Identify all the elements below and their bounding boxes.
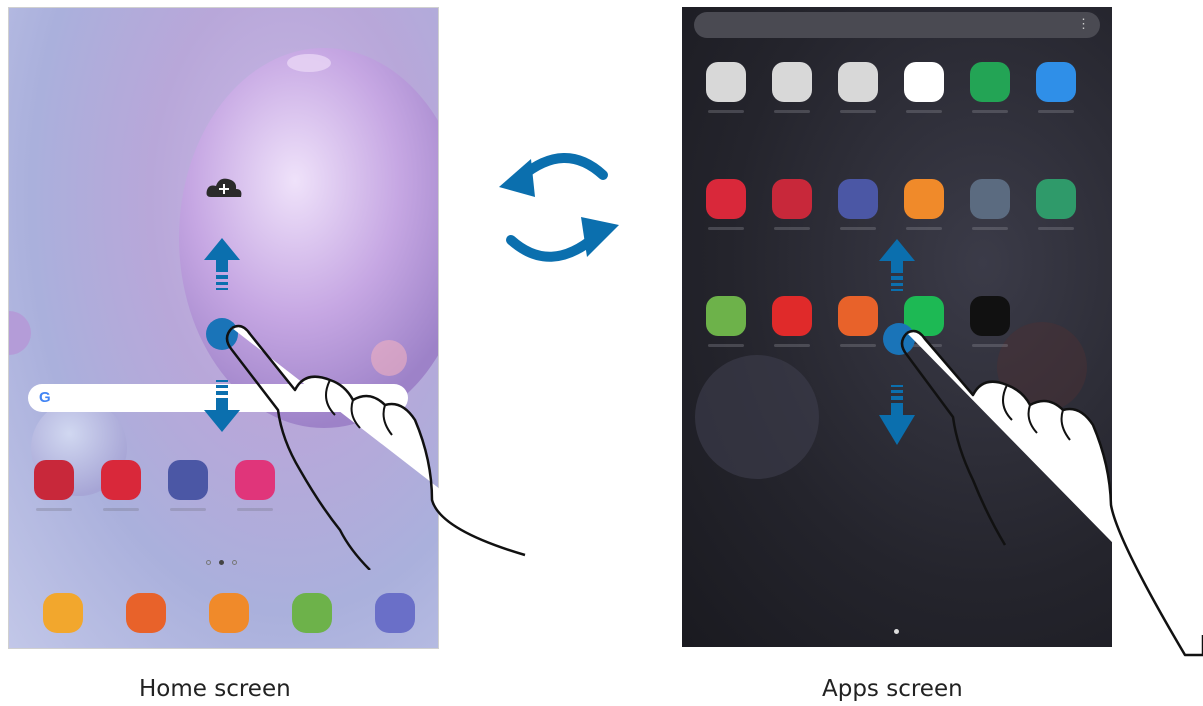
touch-point-icon xyxy=(883,323,915,355)
yt-music-icon[interactable] xyxy=(772,296,812,336)
app-label xyxy=(1038,227,1074,230)
home-swipe-gesture xyxy=(204,238,526,570)
home-screen-caption: Home screen xyxy=(139,676,291,702)
app-label xyxy=(906,110,942,113)
camera-icon[interactable] xyxy=(706,179,746,219)
swipe-up-arrow-icon xyxy=(204,238,240,272)
app-label xyxy=(774,344,810,347)
app-label xyxy=(774,227,810,230)
app-label xyxy=(906,227,942,230)
app-label xyxy=(708,227,744,230)
app-label xyxy=(1038,110,1074,113)
swipe-down-arrow-icon xyxy=(204,398,240,432)
app-label xyxy=(708,110,744,113)
play-store-icon[interactable] xyxy=(904,62,944,102)
google-logo-icon: G xyxy=(39,389,51,406)
messages-icon[interactable] xyxy=(1036,62,1076,102)
app-label xyxy=(36,508,72,511)
finder-search-bar[interactable]: ⋮ xyxy=(694,12,1100,38)
calendar-icon[interactable] xyxy=(1036,179,1076,219)
clock-icon[interactable] xyxy=(838,179,878,219)
internet-icon[interactable] xyxy=(375,593,415,633)
samsung-notes-icon[interactable] xyxy=(126,593,166,633)
phone-icon[interactable] xyxy=(970,62,1010,102)
app-label xyxy=(840,227,876,230)
app-label xyxy=(774,110,810,113)
my-files-icon[interactable] xyxy=(43,593,83,633)
gallery-icon[interactable] xyxy=(772,179,812,219)
apps-swipe-gesture xyxy=(879,239,1203,657)
apps-screen-caption: Apps screen xyxy=(822,676,963,702)
app-label xyxy=(840,110,876,113)
camera-icon[interactable] xyxy=(101,460,141,500)
contacts-icon[interactable] xyxy=(904,179,944,219)
gallery-icon[interactable] xyxy=(34,460,74,500)
app-label xyxy=(972,110,1008,113)
contacts-icon[interactable] xyxy=(209,593,249,633)
weather-add-icon[interactable] xyxy=(205,175,245,201)
swipe-down-arrow-icon xyxy=(879,403,915,445)
app-label xyxy=(972,227,1008,230)
touch-point-icon xyxy=(206,318,238,350)
samsung-folder-icon[interactable] xyxy=(706,62,746,102)
microsoft-folder-icon[interactable] xyxy=(838,62,878,102)
calculator-icon[interactable] xyxy=(292,593,332,633)
calculator-icon[interactable] xyxy=(706,296,746,336)
app-label xyxy=(708,344,744,347)
app-label xyxy=(103,508,139,511)
swipe-up-arrow-icon xyxy=(879,239,915,273)
more-options-icon[interactable]: ⋮ xyxy=(1077,16,1090,32)
google-folder-icon[interactable] xyxy=(772,62,812,102)
settings-icon[interactable] xyxy=(970,179,1010,219)
